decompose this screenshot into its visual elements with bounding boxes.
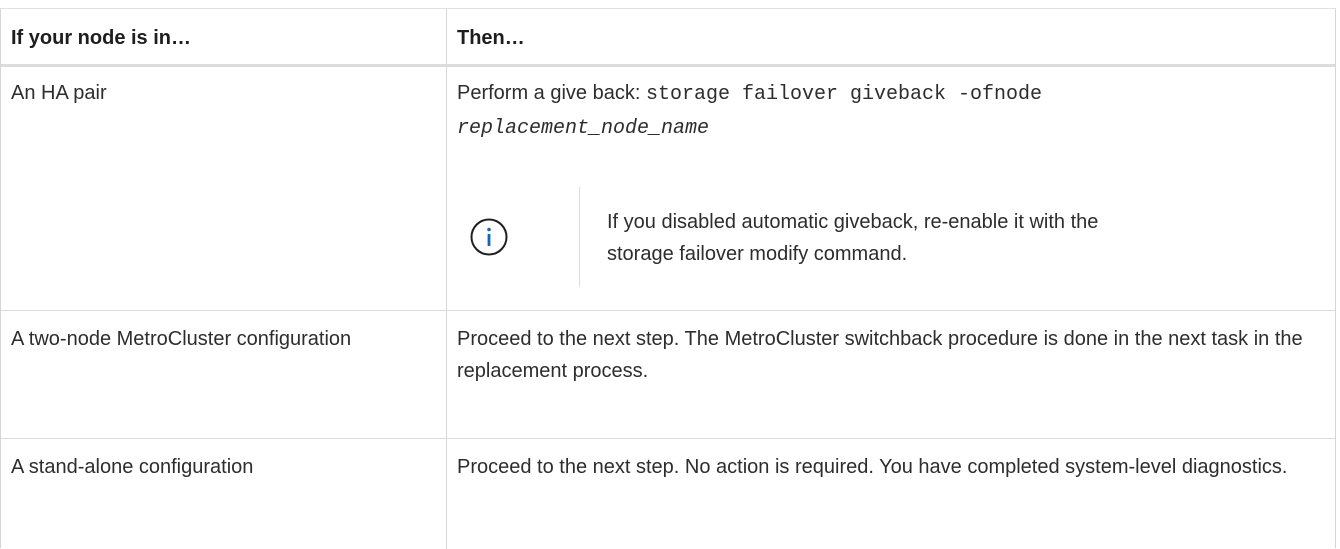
note-divider [579, 187, 580, 287]
action-text: Proceed to the next step. No action is r… [457, 456, 1288, 478]
action-prefix: Perform a give back: [457, 82, 646, 104]
action-text: Perform a give back: storage failover gi… [457, 77, 1319, 145]
table-row: A stand-alone configuration Proceed to t… [1, 439, 1335, 549]
condition-text: An HA pair [11, 82, 107, 104]
note-text: If you disabled automatic giveback, re-e… [607, 211, 1099, 265]
header-cell-condition: If your node is in… [1, 9, 447, 64]
info-icon [469, 217, 509, 257]
node-action-table: If your node is in… Then… An HA pair Per… [0, 8, 1336, 549]
header-cell-action: Then… [447, 9, 1335, 64]
table-header-row: If your node is in… Then… [1, 9, 1335, 67]
header-action-label: Then… [457, 27, 525, 49]
action-cell: Perform a give back: storage failover gi… [447, 67, 1335, 310]
info-note: If you disabled automatic giveback, re-e… [469, 187, 1289, 287]
condition-text: A stand-alone configuration [11, 456, 254, 478]
action-cell: Proceed to the next step. The MetroClust… [447, 311, 1335, 438]
node-name-param: replacement_node_name [457, 117, 710, 140]
condition-cell: A stand-alone configuration [1, 439, 447, 549]
condition-cell: An HA pair [1, 67, 447, 310]
giveback-command: storage failover giveback -ofnode [645, 83, 1043, 106]
header-condition-label: If your node is in… [11, 27, 192, 49]
table-row: An HA pair Perform a give back: storage … [1, 67, 1335, 311]
condition-cell: A two-node MetroCluster configuration [1, 311, 447, 438]
action-cell: Proceed to the next step. No action is r… [447, 439, 1335, 549]
table-row: A two-node MetroCluster configuration Pr… [1, 311, 1335, 439]
condition-text: A two-node MetroCluster configuration [11, 328, 352, 350]
action-text: Proceed to the next step. The MetroClust… [457, 328, 1303, 382]
